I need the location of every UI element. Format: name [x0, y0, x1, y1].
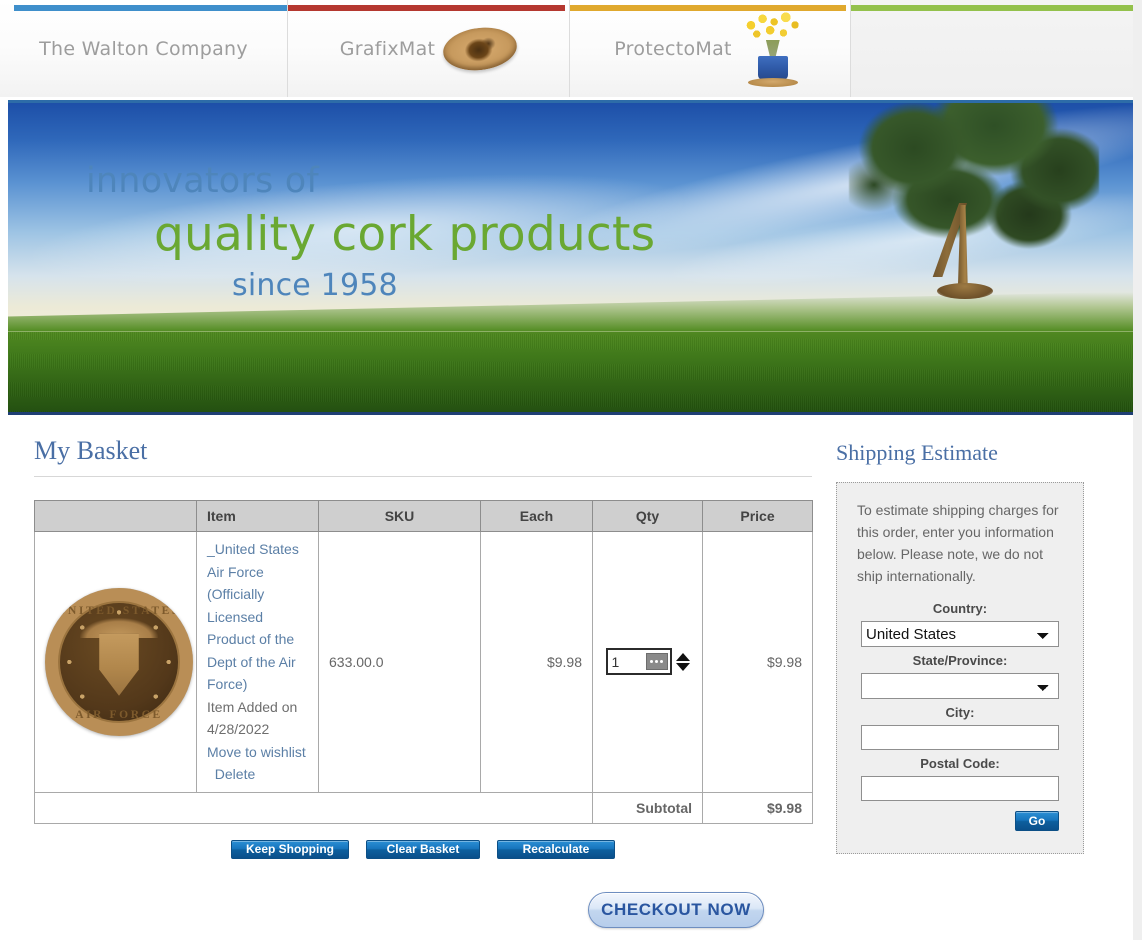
keep-shopping-button[interactable]: Keep Shopping: [231, 839, 349, 859]
item-description-cell: _United States Air Force (Officially Lic…: [196, 531, 319, 793]
qty-picker-icon[interactable]: [645, 653, 668, 671]
brand-tab-grafixmat[interactable]: GrafixMat: [288, 0, 570, 97]
column-header-each: Each: [480, 500, 593, 532]
item-action-links: Move to wishlist Delete: [207, 741, 308, 786]
hero-tagline: innovators of quality cork products sinc…: [86, 161, 655, 303]
vase-pot: [757, 55, 788, 80]
tab-accent-rule-protectomat: [570, 5, 846, 11]
hero-tree-image: [849, 103, 1099, 330]
basket-table: Item SKU Each Qty Price UNITED STATES AI…: [34, 500, 813, 824]
column-header-qty: Qty: [592, 500, 703, 532]
quantity-stepper[interactable]: [605, 648, 690, 676]
delete-link[interactable]: Delete: [215, 766, 255, 782]
basket-section: My Basket Item SKU Each Qty Price UNITED…: [34, 436, 813, 859]
brand-tab-label: ProtectoMat: [614, 37, 732, 60]
shipping-estimate-section: Shipping Estimate To estimate shipping c…: [836, 440, 1084, 854]
city-input[interactable]: [861, 725, 1059, 750]
table-row: UNITED STATES AIR FORCE _United States A…: [34, 531, 813, 793]
move-to-wishlist-link[interactable]: Move to wishlist: [207, 744, 306, 760]
city-label: City:: [945, 705, 975, 720]
brand-tab-protectomat[interactable]: ProtectoMat: [570, 0, 851, 97]
qty-input[interactable]: [611, 651, 642, 673]
product-name-link[interactable]: _United States Air Force (Officially Lic…: [207, 541, 299, 692]
clear-basket-button[interactable]: Clear Basket: [366, 839, 480, 859]
subtotal-spacer: [34, 791, 593, 824]
subtotal-value: $9.98: [702, 791, 813, 824]
each-price-value: $9.98: [480, 531, 593, 793]
page-root: The Walton Company GrafixMat ProtectoMat: [0, 0, 1133, 940]
spinner-down-icon[interactable]: [675, 662, 690, 671]
brand-tab-walton[interactable]: The Walton Company: [0, 0, 288, 97]
title-divider: [34, 476, 812, 477]
vase-saucer: [747, 77, 798, 87]
qty-input-box[interactable]: [605, 648, 672, 676]
tree-canopy: [849, 103, 1099, 270]
column-header-image: [34, 500, 197, 532]
postal-code-label: Postal Code:: [920, 756, 1000, 771]
spinner-up-icon[interactable]: [675, 652, 690, 661]
brand-tab-label: GrafixMat: [339, 37, 436, 60]
cork-disc-icon: [440, 23, 520, 74]
line-price-value: $9.98: [702, 531, 813, 793]
seal-top-text: UNITED STATES: [57, 604, 181, 617]
checkout-area: CHECKOUT NOW: [588, 892, 764, 928]
country-label: Country:: [932, 601, 988, 616]
shipping-estimate-panel: To estimate shipping charges for this or…: [836, 482, 1084, 854]
qty-spinner[interactable]: [675, 652, 690, 671]
recalculate-button[interactable]: Recalculate: [497, 839, 615, 859]
hero-tagline-line2: quality cork products: [154, 207, 656, 262]
brand-tab-label: The Walton Company: [39, 37, 248, 60]
shipping-estimate-title: Shipping Estimate: [836, 440, 998, 465]
hero-tagline-line3: since 1958: [232, 268, 398, 303]
table-header-row: Item SKU Each Qty Price: [34, 500, 813, 532]
page-title: My Basket: [34, 436, 148, 465]
column-header-item: Item: [196, 500, 319, 532]
column-header-sku: SKU: [318, 500, 481, 532]
product-image-airforce-coaster[interactable]: UNITED STATES AIR FORCE: [45, 587, 193, 736]
flower-vase-icon: [740, 11, 806, 87]
go-button[interactable]: Go: [1015, 811, 1059, 831]
qty-cell: [592, 531, 703, 793]
sku-value: 633.00.0: [318, 531, 481, 793]
tab-accent-rule-walton: [14, 5, 287, 11]
tree-root: [937, 283, 993, 299]
hero-grass: [8, 331, 1133, 412]
shipping-note: To estimate shipping charges for this or…: [857, 502, 1059, 584]
checkout-now-button[interactable]: CHECKOUT NOW: [588, 892, 764, 928]
hero-tagline-line1: innovators of: [86, 161, 319, 201]
country-select[interactable]: United States: [861, 621, 1059, 647]
state-label: State/Province:: [912, 653, 1008, 668]
product-thumbnail-cell[interactable]: UNITED STATES AIR FORCE: [34, 531, 197, 793]
hero-banner: innovators of quality cork products sinc…: [8, 100, 1133, 415]
basket-action-buttons: Keep Shopping Clear Basket Recalculate: [34, 839, 812, 859]
subtotal-row: Subtotal $9.98: [34, 791, 813, 824]
go-button-row: Go: [861, 811, 1059, 831]
state-select[interactable]: [861, 673, 1059, 699]
tab-accent-rule-empty: [851, 5, 1133, 11]
postal-code-input[interactable]: [861, 776, 1059, 801]
brand-tab-empty[interactable]: [851, 0, 1133, 97]
subtotal-label: Subtotal: [592, 791, 703, 824]
brand-tab-bar: The Walton Company GrafixMat ProtectoMat: [0, 0, 1133, 97]
tab-accent-rule-grafixmat: [288, 5, 565, 11]
seal-bottom-text: AIR FORCE: [75, 708, 163, 721]
column-header-price: Price: [702, 500, 813, 532]
item-added-note: Item Added on 4/28/2022: [207, 698, 298, 738]
